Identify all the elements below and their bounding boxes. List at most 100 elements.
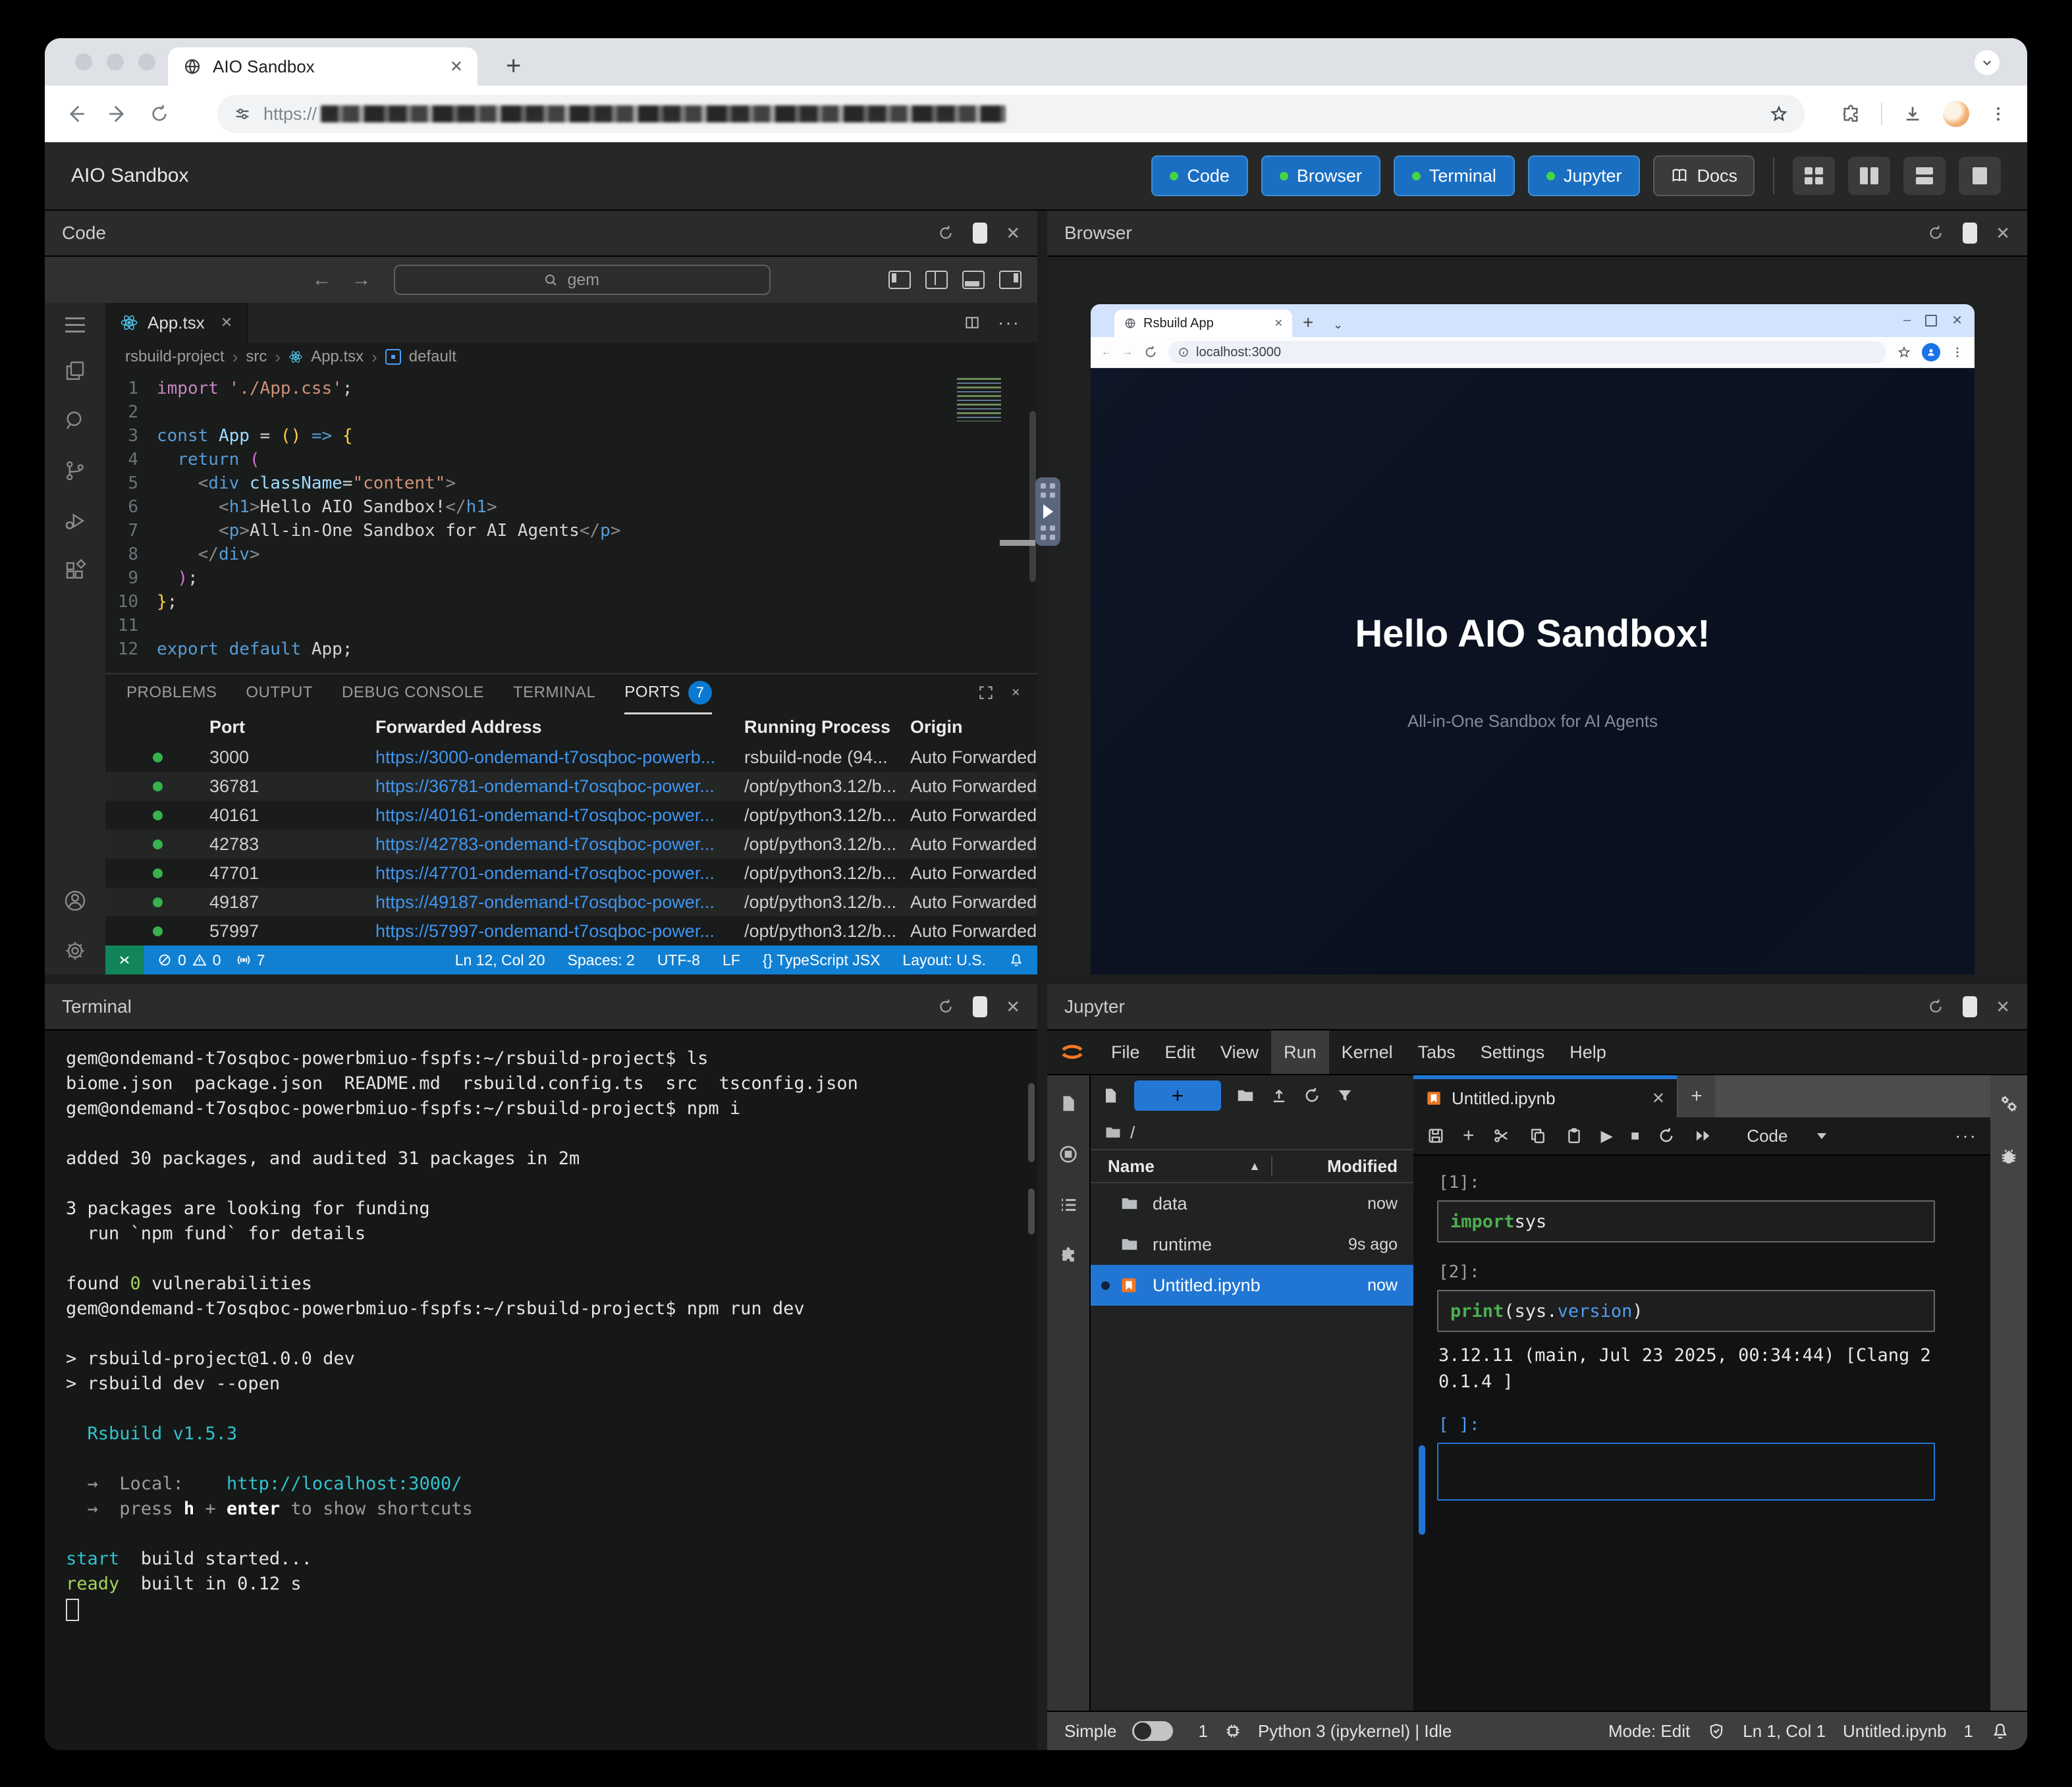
menu-tabs[interactable]: Tabs xyxy=(1405,1030,1468,1074)
close-panel-icon[interactable]: ✕ xyxy=(1012,686,1020,699)
close-icon[interactable]: ✕ xyxy=(1951,312,1963,329)
tab-close-icon[interactable]: ✕ xyxy=(221,314,232,331)
split-editor-icon[interactable] xyxy=(964,314,981,331)
filter-funnel-icon[interactable] xyxy=(1336,1086,1354,1105)
port-forwarded-address[interactable]: https://47701-ondemand-t7osqboc-power... xyxy=(375,863,744,884)
tab-search-button[interactable] xyxy=(1975,50,2000,75)
port-forwarded-address[interactable]: https://57997-ondemand-t7osqboc-power... xyxy=(375,921,744,942)
search-sidebar-icon[interactable] xyxy=(63,409,87,433)
maximize-panel-icon[interactable] xyxy=(973,996,987,1017)
restart-kernel-icon[interactable] xyxy=(1657,1127,1676,1145)
cell-input[interactable]: import sys xyxy=(1437,1200,1935,1242)
port-forwarded-address[interactable]: https://36781-ondemand-t7osqboc-power... xyxy=(375,776,744,797)
extensions-icon[interactable] xyxy=(63,559,87,583)
maximize-panel-icon[interactable] xyxy=(1963,223,1977,244)
cell-input[interactable]: print(sys.version) xyxy=(1437,1290,1935,1332)
code-line[interactable]: 3const App = () => { xyxy=(105,424,1037,448)
embedded-url-field[interactable]: localhost:3000 xyxy=(1168,341,1886,363)
chevron-down-icon[interactable] xyxy=(1817,1133,1826,1139)
toggle-secondary-sidebar-icon[interactable] xyxy=(999,271,1022,289)
tab-output[interactable]: OUTPUT xyxy=(246,683,313,702)
upload-icon[interactable] xyxy=(1270,1086,1288,1105)
more-commands-icon[interactable]: ··· xyxy=(1955,1125,1977,1146)
close-panel-icon[interactable]: ✕ xyxy=(1006,997,1020,1017)
port-row[interactable]: 3000https://3000-ondemand-t7osqboc-power… xyxy=(105,743,1037,772)
tab-close-icon[interactable]: ✕ xyxy=(1652,1089,1665,1108)
maximize-panel-icon[interactable] xyxy=(973,223,987,244)
tab-problems[interactable]: PROBLEMS xyxy=(126,683,217,702)
paste-icon[interactable] xyxy=(1565,1127,1583,1145)
simple-mode-toggle[interactable] xyxy=(1132,1721,1173,1741)
notifications-bell-icon[interactable] xyxy=(1008,952,1024,968)
port-row[interactable]: 36781https://36781-ondemand-t7osqboc-pow… xyxy=(105,772,1037,801)
menu-view[interactable]: View xyxy=(1208,1030,1271,1074)
forwarded-ports-status[interactable]: 7 xyxy=(236,951,265,969)
refresh-icon[interactable] xyxy=(937,998,954,1015)
cell-type-select[interactable]: Code xyxy=(1747,1126,1787,1146)
stop-kernel-icon[interactable]: ■ xyxy=(1631,1127,1639,1144)
layout-rows-button[interactable] xyxy=(1903,157,1946,195)
tab-list-chevron-icon[interactable]: ⌄ xyxy=(1333,318,1343,332)
menu-kebab-icon[interactable] xyxy=(1951,346,1964,359)
cut-scissors-icon[interactable] xyxy=(1492,1127,1511,1145)
browser-tab[interactable]: AIO Sandbox ✕ xyxy=(168,47,477,86)
split-columns-icon[interactable] xyxy=(925,271,948,289)
layout-single-button[interactable] xyxy=(1959,157,2001,195)
file-row[interactable]: Untitled.ipynbnow xyxy=(1091,1265,1413,1306)
file-breadcrumb[interactable]: / xyxy=(1091,1116,1413,1149)
cursor-position[interactable]: Ln 12, Col 20 xyxy=(455,951,545,969)
close-panel-icon[interactable]: ✕ xyxy=(1996,223,2010,244)
code-button[interactable]: Code xyxy=(1151,155,1248,196)
new-folder-icon[interactable] xyxy=(1236,1086,1255,1106)
copy-icon[interactable] xyxy=(1529,1127,1547,1145)
account-icon[interactable] xyxy=(63,889,87,913)
download-icon[interactable] xyxy=(1902,103,1923,124)
settings-gear-icon[interactable] xyxy=(63,939,87,963)
port-forwarded-address[interactable]: https://49187-ondemand-t7osqboc-power... xyxy=(375,892,744,913)
menu-file[interactable]: File xyxy=(1099,1030,1153,1074)
notebook-cell[interactable]: [2]:print(sys.version)3.12.11 (main, Jul… xyxy=(1437,1262,1935,1395)
code-line[interactable]: 9 ); xyxy=(105,566,1037,590)
run-debug-icon[interactable] xyxy=(63,509,87,533)
run-all-icon[interactable] xyxy=(1693,1126,1713,1146)
refresh-icon[interactable] xyxy=(1927,225,1944,242)
table-of-contents-icon[interactable] xyxy=(1058,1195,1078,1215)
breadcrumb-src[interactable]: src xyxy=(246,348,267,366)
terminal-output[interactable]: gem@ondemand-t7osqboc-powerbmiuo-fspfs:~… xyxy=(45,1030,1037,1750)
debugger-bug-icon[interactable] xyxy=(1998,1145,2020,1167)
code-line[interactable]: 5 <div className="content"> xyxy=(105,471,1037,495)
layout-columns-button[interactable] xyxy=(1848,157,1890,195)
code-editor[interactable]: 1import './App.css';23const App = () => … xyxy=(105,371,1037,673)
code-line[interactable]: 2 xyxy=(105,400,1037,424)
maximize-traffic-light[interactable] xyxy=(138,53,155,70)
active-file[interactable]: Untitled.ipynb xyxy=(1843,1721,1947,1742)
menu-kebab-icon[interactable] xyxy=(1989,105,2007,123)
notifications-bell-icon[interactable] xyxy=(1990,1721,2010,1741)
code-line[interactable]: 4 return ( xyxy=(105,448,1037,471)
editor-tab-apptsx[interactable]: App.tsx ✕ xyxy=(105,303,248,342)
new-notebook-tab-button[interactable]: + xyxy=(1678,1075,1715,1117)
toggle-panel-icon[interactable] xyxy=(962,271,985,289)
refresh-icon[interactable] xyxy=(1927,998,1944,1015)
property-inspector-gears-icon[interactable] xyxy=(1998,1092,2020,1115)
forward-icon[interactable]: → xyxy=(1122,346,1133,358)
kernel-chip-icon[interactable] xyxy=(1224,1722,1242,1740)
code-line[interactable]: 12export default App; xyxy=(105,637,1037,661)
running-kernels-icon[interactable] xyxy=(1058,1144,1079,1165)
file-row[interactable]: datanow xyxy=(1091,1183,1413,1224)
notebook-cell[interactable]: [1]:import sys xyxy=(1437,1173,1935,1242)
tune-icon[interactable] xyxy=(233,105,252,123)
panel-drag-handle[interactable] xyxy=(1035,477,1060,546)
file-browser-icon[interactable] xyxy=(1058,1094,1078,1113)
bookmark-star-icon[interactable] xyxy=(1769,104,1789,124)
code-line[interactable]: 10}; xyxy=(105,590,1037,614)
menu-settings[interactable]: Settings xyxy=(1468,1030,1558,1074)
edit-mode[interactable]: Mode: Edit xyxy=(1608,1721,1690,1742)
code-line[interactable]: 11 xyxy=(105,614,1037,637)
tab-close-icon[interactable]: ✕ xyxy=(1274,317,1283,330)
eol[interactable]: LF xyxy=(722,951,740,969)
command-center-search[interactable] xyxy=(394,265,771,295)
menu-help[interactable]: Help xyxy=(1557,1030,1619,1074)
back-icon[interactable]: ← xyxy=(1101,346,1112,358)
info-icon[interactable] xyxy=(1178,346,1189,358)
